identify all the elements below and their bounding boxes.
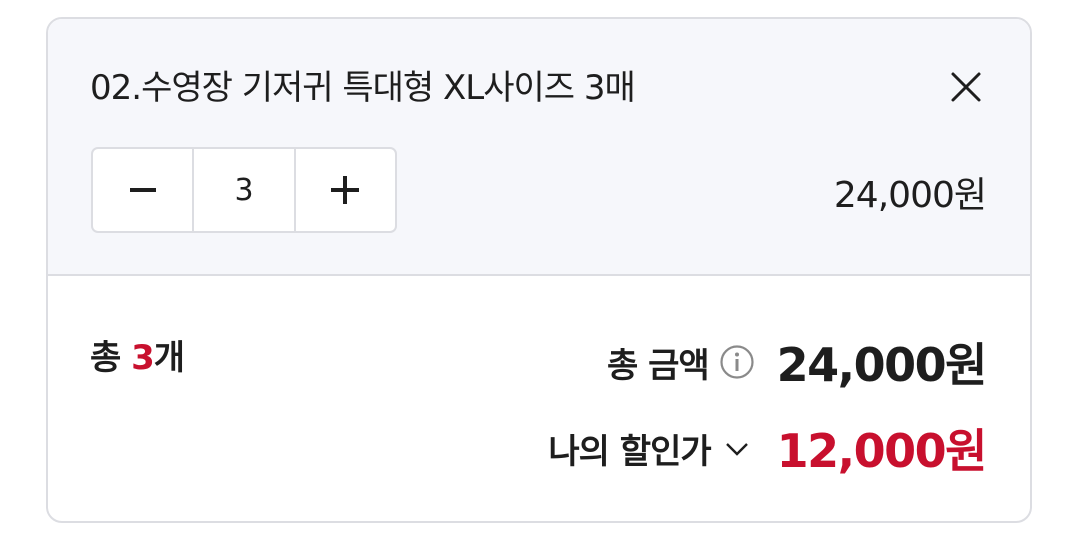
total-amount-value: 24,000원 [776,338,988,392]
total-count-prefix: 총 [90,338,132,378]
plus-icon [331,176,360,204]
discount-price-value: 12,000원 [776,424,988,478]
discount-price-label: 나의 할인가 [548,431,711,472]
chevron-down-icon [725,443,748,456]
total-count: 총 3개 [90,337,185,379]
increase-quantity-button[interactable] [296,149,395,231]
option-price: 24,000원 [833,175,987,216]
option-name: 02.수영장 기저귀 특대형 XL사이즈 3매 [90,68,636,108]
quantity-input[interactable]: 3 [192,149,296,231]
total-count-value: 3 [131,338,155,378]
selected-option-card: 02.수영장 기저귀 특대형 XL사이즈 3매 3 24,000원 총 3개 총… [46,17,1032,523]
minus-icon [129,188,156,192]
total-amount-row: 총 금액 24,000원 [606,329,988,395]
option-panel: 02.수영장 기저귀 특대형 XL사이즈 3매 3 24,000원 [48,19,1030,276]
total-amount-label: 총 금액 [606,345,710,386]
total-count-suffix: 개 [153,338,185,378]
info-icon[interactable] [719,344,755,380]
discount-price-row[interactable]: 나의 할인가 12,000원 [548,415,988,481]
remove-option-button[interactable] [946,67,986,107]
close-icon [951,72,981,102]
decrease-quantity-button[interactable] [93,149,192,231]
quantity-stepper: 3 [91,147,397,233]
